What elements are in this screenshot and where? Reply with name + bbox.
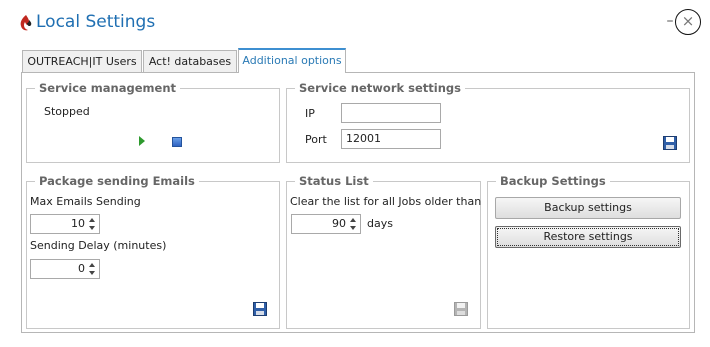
sending-delay-up-arrow-icon[interactable] [89, 263, 95, 267]
app-logo-icon [20, 15, 32, 31]
status-save-icon [454, 302, 468, 316]
max-emails-down-arrow-icon[interactable] [89, 226, 95, 230]
ip-label: IP [305, 107, 315, 120]
sending-delay-label: Sending Delay (minutes) [30, 239, 167, 252]
sending-delay-down-arrow-icon[interactable] [89, 271, 95, 275]
days-value: 90 [332, 217, 346, 230]
play-icon[interactable] [139, 136, 145, 146]
max-emails-label: Max Emails Sending [30, 195, 141, 208]
backup-settings-legend: Backup Settings [496, 174, 610, 188]
ip-field[interactable] [341, 103, 441, 123]
days-stepper[interactable]: 90 [291, 214, 361, 234]
backup-settings-button[interactable]: Backup settings [495, 197, 681, 219]
clear-list-label: Clear the list for all Jobs older than [290, 195, 482, 208]
restore-settings-button[interactable]: Restore settings [495, 226, 681, 248]
service-management-legend: Service management [35, 81, 181, 95]
service-management-group: Service management [26, 81, 280, 163]
status-list-legend: Status List [295, 174, 373, 188]
tab-outreach-users[interactable]: OUTREACH|IT Users [22, 50, 142, 72]
package-sending-legend: Package sending Emails [35, 174, 199, 188]
port-field[interactable]: 12001 [341, 129, 441, 149]
service-network-settings-group: Service network settings [286, 81, 690, 163]
sending-delay-value: 0 [78, 262, 85, 275]
max-emails-stepper[interactable]: 10 [30, 214, 100, 234]
port-label: Port [305, 133, 327, 146]
service-network-settings-legend: Service network settings [295, 81, 465, 95]
tab-additional-options[interactable]: Additional options [238, 48, 346, 73]
tab-act-databases[interactable]: Act! databases [143, 50, 237, 72]
service-status-text: Stopped [44, 105, 90, 118]
days-down-arrow-icon[interactable] [350, 226, 356, 230]
window-title: Local Settings [36, 12, 156, 32]
close-button[interactable]: × [675, 9, 701, 35]
days-unit-label: days [367, 217, 393, 230]
network-save-icon[interactable] [663, 136, 677, 150]
days-up-arrow-icon[interactable] [350, 218, 356, 222]
stop-icon[interactable] [172, 137, 182, 147]
package-save-icon[interactable] [253, 302, 267, 316]
sending-delay-stepper[interactable]: 0 [30, 259, 100, 279]
max-emails-up-arrow-icon[interactable] [89, 218, 95, 222]
max-emails-value: 10 [71, 217, 85, 230]
